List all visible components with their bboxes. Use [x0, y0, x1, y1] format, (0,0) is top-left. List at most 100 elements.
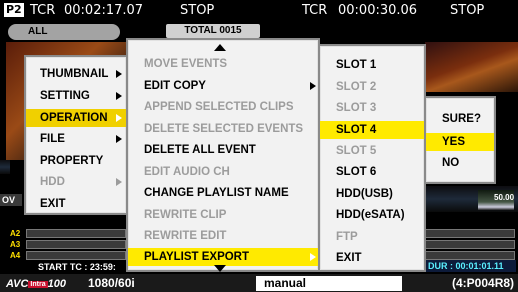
op-item-rewrite-edit[interactable]: REWRITE EDIT: [128, 227, 318, 247]
menu-item-thumbnail[interactable]: THUMBNAIL: [26, 65, 126, 84]
op-item-move-events[interactable]: MOVE EVENTS: [128, 55, 318, 75]
menu-item-operation[interactable]: OPERATION: [26, 109, 126, 127]
operation-submenu: MOVE EVENTS EDIT COPY APPEND SELECTED CL…: [126, 38, 320, 272]
filter-pill[interactable]: ALL: [8, 24, 120, 40]
intra-badge: Intra: [28, 280, 48, 288]
menu-item-label: DELETE ALL EVENT: [144, 144, 256, 156]
export-item-slot-1[interactable]: SLOT 1: [320, 56, 424, 76]
menu-item-label: EDIT COPY: [144, 80, 206, 92]
tcr-label-2: TCR: [302, 3, 328, 18]
tcr-label-1: TCR: [30, 3, 56, 18]
menu-item-label: SLOT 6: [336, 166, 377, 178]
total-count: TOTAL 0015: [166, 24, 260, 38]
clip-thumbnail: [425, 42, 518, 92]
track-label-a3: A3: [10, 240, 21, 249]
submenu-arrow-icon: [310, 253, 316, 261]
menu-item-label: HDD(USB): [336, 188, 393, 200]
menu-item-property[interactable]: PROPERTY: [26, 152, 126, 171]
submenu-arrow-icon: [310, 82, 316, 90]
menu-item-label: HDD(eSATA): [336, 209, 405, 221]
tcr-value-2: 00:00:30.06: [338, 3, 418, 18]
menu-item-label: SETTING: [40, 90, 90, 102]
op-item-edit-copy[interactable]: EDIT COPY: [128, 77, 318, 97]
submenu-arrow-icon: [116, 178, 122, 186]
menu-item-label: PLAYLIST EXPORT: [144, 251, 250, 263]
menu-item-label: EXIT: [40, 198, 66, 210]
submenu-arrow-icon: [116, 70, 122, 78]
timecode-right: 50.00: [494, 193, 515, 202]
menu-item-label: MOVE EVENTS: [144, 58, 228, 70]
menu-item-label: FILE: [40, 133, 65, 145]
confirm-dialog: SURE? YES NO: [424, 96, 496, 184]
export-item-slot-6[interactable]: SLOT 6: [320, 163, 424, 183]
audio-track-a2-right[interactable]: [425, 229, 515, 238]
confirm-prompt-label: SURE?: [442, 113, 481, 125]
export-destination-menu: SLOT 1 SLOT 2 SLOT 3 SLOT 4 SLOT 5 SLOT …: [318, 44, 426, 272]
avc-logo-text: AVC: [6, 278, 29, 290]
track-label-a4: A4: [10, 251, 21, 260]
video-format: 1080/60i: [88, 276, 135, 290]
audio-track-a4[interactable]: [26, 251, 126, 260]
confirm-prompt: SURE?: [426, 110, 494, 130]
menu-item-label: THUMBNAIL: [40, 68, 109, 80]
menu-item-label: HDD: [40, 176, 65, 188]
avc-intra-logo: AVC Intra 100: [6, 278, 66, 290]
tcr-value-1: 00:02:17.07: [64, 3, 144, 18]
status-2: STOP: [450, 3, 485, 18]
menu-item-label: FTP: [336, 231, 358, 243]
menu-item-label: OPERATION: [40, 112, 108, 124]
confirm-yes-button[interactable]: YES: [426, 133, 494, 151]
export-item-exit[interactable]: EXIT: [320, 249, 424, 269]
export-item-slot-3[interactable]: SLOT 3: [320, 99, 424, 119]
audio-track-a3[interactable]: [26, 240, 126, 249]
start-timecode: START TC : 23:59:: [38, 262, 116, 272]
menu-item-setting[interactable]: SETTING: [26, 87, 126, 106]
audio-track-a2[interactable]: [26, 229, 126, 238]
op-item-change-playlist-name[interactable]: CHANGE PLAYLIST NAME: [128, 184, 318, 204]
menu-item-label: REWRITE EDIT: [144, 230, 227, 242]
submenu-arrow-icon: [116, 135, 122, 143]
op-item-delete-selected-events[interactable]: DELETE SELECTED EVENTS: [128, 120, 318, 140]
export-item-hdd-usb[interactable]: HDD(USB): [320, 185, 424, 205]
scroll-down-icon[interactable]: [214, 265, 226, 272]
export-item-slot-5[interactable]: SLOT 5: [320, 142, 424, 162]
menu-item-label: EDIT AUDIO CH: [144, 166, 230, 178]
submenu-arrow-icon: [116, 114, 122, 122]
top-status-bar: P2 TCR 00:02:17.07 STOP TCR 00:00:30.06 …: [0, 0, 518, 22]
op-item-playlist-export[interactable]: PLAYLIST EXPORT: [128, 248, 318, 266]
op-item-delete-all-event[interactable]: DELETE ALL EVENT: [128, 141, 318, 161]
menu-item-label: SLOT 3: [336, 102, 377, 114]
menu-item-label: CHANGE PLAYLIST NAME: [144, 187, 289, 199]
op-item-rewrite-clip[interactable]: REWRITE CLIP: [128, 206, 318, 226]
confirm-no-label: NO: [442, 157, 460, 169]
screen: P2 TCR 00:02:17.07 STOP TCR 00:00:30.06 …: [0, 0, 518, 292]
clip-thumbnail: [0, 160, 10, 174]
audio-track-a3-right[interactable]: [425, 240, 515, 249]
track-label-a2: A2: [10, 229, 21, 238]
menu-item-exit[interactable]: EXIT: [26, 195, 126, 214]
p2-card-icon: P2: [4, 3, 24, 17]
menu-item-label: APPEND SELECTED CLIPS: [144, 101, 294, 113]
menu-item-hdd[interactable]: HDD: [26, 173, 126, 192]
export-item-slot-4[interactable]: SLOT 4: [320, 121, 424, 139]
menu-item-label: PROPERTY: [40, 155, 104, 167]
overlay-track-label: OV: [0, 194, 22, 206]
confirm-no-button[interactable]: NO: [426, 154, 494, 174]
menu-item-label: SLOT 2: [336, 81, 377, 93]
menu-item-file[interactable]: FILE: [26, 130, 126, 149]
main-menu: THUMBNAIL SETTING OPERATION FILE PROPERT…: [24, 55, 128, 215]
menu-item-label: DELETE SELECTED EVENTS: [144, 123, 304, 135]
menu-item-label: SLOT 1: [336, 59, 377, 71]
confirm-yes-label: YES: [442, 136, 466, 148]
export-item-slot-2[interactable]: SLOT 2: [320, 78, 424, 98]
op-item-append-selected-clips[interactable]: APPEND SELECTED CLIPS: [128, 98, 318, 118]
scroll-up-icon[interactable]: [214, 44, 226, 51]
menu-item-label: REWRITE CLIP: [144, 209, 227, 221]
op-item-edit-audio-ch[interactable]: EDIT AUDIO CH: [128, 163, 318, 183]
clip-name: (4:P004R8): [452, 276, 515, 290]
export-item-hdd-esata[interactable]: HDD(eSATA): [320, 206, 424, 226]
export-item-ftp[interactable]: FTP: [320, 228, 424, 248]
menu-item-label: SLOT 5: [336, 145, 377, 157]
audio-track-a4-right[interactable]: [425, 251, 515, 260]
mode-indicator: manual: [256, 276, 402, 291]
